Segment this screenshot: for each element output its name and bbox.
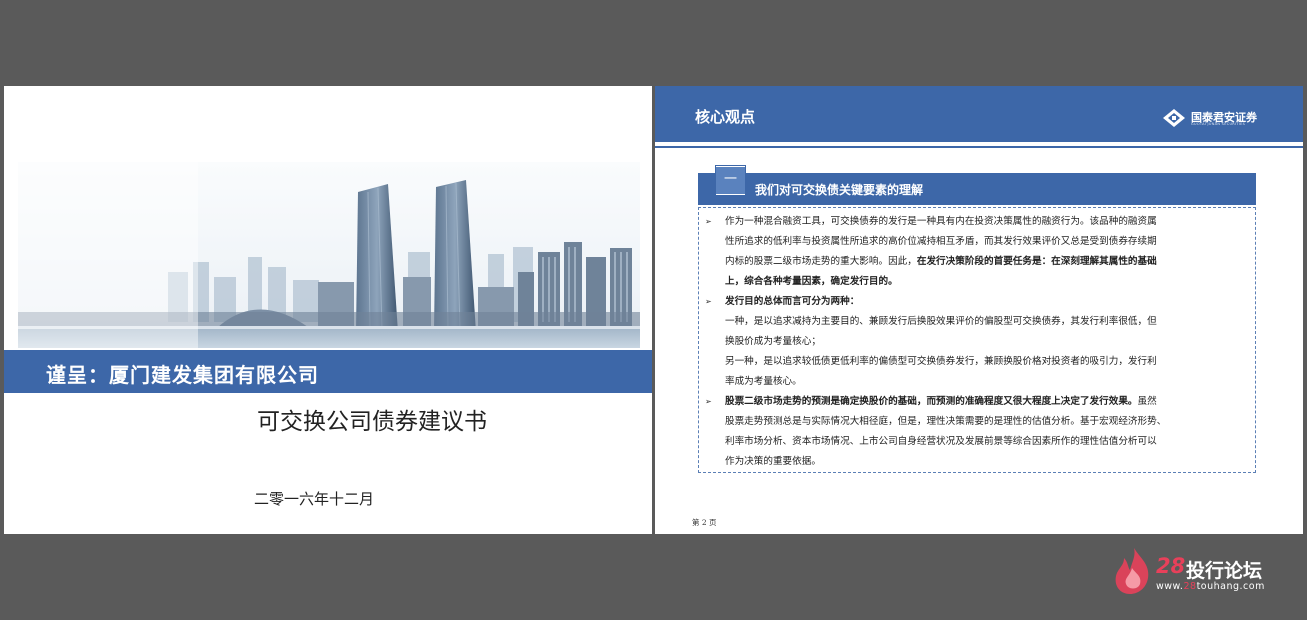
- paragraph-line: 上，综合各种考量因素，确定发行目的。: [725, 276, 898, 287]
- presenter-line: 谨呈：厦门建发集团有限公司: [46, 363, 319, 387]
- bullet-arrow-icon: ➢: [705, 397, 712, 406]
- paragraph-bold-text: 股票二级市场走势的预测是确定换股价的基础，而预测的准确程度又很大程度上决定了发行…: [725, 396, 1138, 407]
- paragraph-line: 作为一种混合融资工具，可交换债券的发行是一种具有内在投资决策属性的融资行为。该品…: [725, 216, 1157, 227]
- watermark-name: 投行论坛: [1186, 560, 1263, 582]
- paragraph-line: 性所追求的低利率与投资属性所追求的高价位减持相互矛盾，而其发行效果评价又总是受到…: [725, 236, 1157, 247]
- section-bar: 一 我们对可交换债关键要素的理解: [698, 165, 1256, 205]
- section-title: 我们对可交换债关键要素的理解: [755, 183, 924, 197]
- page-number: 第 2 页: [692, 518, 717, 527]
- paragraph-line: 利率市场分析、资本市场情况、上市公司自身经营状况及发展前景等综合因素所作的理性估…: [725, 436, 1157, 447]
- paragraph-line: 内标的股票二级市场走势的重大影响。因此，在发行决策阶段的首要任务是：在深刻理解其…: [725, 252, 1249, 272]
- paragraph-line: 发行目的总体而言可分为两种：: [725, 296, 860, 307]
- slide-header: 核心观点 国泰君安证券 GUOTAI JUNAN SECURITIES: [655, 86, 1303, 142]
- watermark-url-highlight: 28: [1183, 581, 1197, 592]
- logo-subtext: GUOTAI JUNAN SECURITIES: [1191, 122, 1246, 126]
- section-number-box: 一: [715, 165, 746, 196]
- content-box: ➢ 作为一种混合融资工具，可交换债券的发行是一种具有内在投资决策属性的融资行为。…: [698, 207, 1256, 473]
- paragraph-line: 一种，是以追求减持为主要目的、兼顾发行后换股效果评价的偏股型可交换债券，其发行利…: [725, 316, 1157, 327]
- paragraph-line: 另一种，是以追求较低债更低利率的偏债型可交换债券发行，兼顾换股价格对投资者的吸引…: [725, 356, 1157, 367]
- watermark-number: 28: [1156, 554, 1186, 578]
- company-logo: 国泰君安证券 GUOTAI JUNAN SECURITIES: [1163, 109, 1275, 127]
- paragraph-text: 虽然: [1137, 396, 1157, 407]
- header-divider: [655, 146, 1303, 148]
- presenter-banner: 谨呈：厦门建发集团有限公司: [4, 350, 652, 393]
- flame-logo-icon: [1115, 548, 1149, 594]
- city-skyline-image: [18, 162, 640, 348]
- document-date: 二零一六年十二月: [254, 490, 375, 508]
- bullet-arrow-icon: ➢: [705, 217, 712, 226]
- watermark-url-prefix: www.: [1156, 581, 1184, 592]
- bullet-arrow-icon: ➢: [705, 297, 712, 306]
- document-title: 可交换公司债券建议书: [257, 409, 487, 435]
- logo-mark-icon: [1163, 109, 1185, 127]
- core-viewpoint-slide: 核心观点 国泰君安证券 GUOTAI JUNAN SECURITIES 一 我们…: [655, 86, 1303, 534]
- paragraph-line: 换股价成为考量核心；: [725, 336, 821, 347]
- watermark-url-suffix: touhang.com: [1196, 581, 1265, 592]
- paragraph-line: 率成为考量核心。: [725, 376, 802, 387]
- forum-watermark: 28 投行论坛 www.28touhang.com: [1112, 546, 1302, 596]
- slide-title: 核心观点: [695, 108, 756, 126]
- paragraph-text: 内标的股票二级市场走势的重大影响。因此，: [725, 256, 917, 267]
- watermark-url: www.28touhang.com: [1156, 581, 1265, 592]
- paragraph-bold-text: 在发行决策阶段的首要任务是：在深刻理解其属性的基础: [916, 256, 1157, 267]
- paragraph-line: 股票二级市场走势的预测是确定换股价的基础，而预测的准确程度又很大程度上决定了发行…: [725, 392, 1249, 412]
- paragraph-line: 作为决策的重要依据。: [725, 456, 821, 467]
- section-number: 一: [716, 167, 745, 194]
- cover-slide: 谨呈：厦门建发集团有限公司 可交换公司债券建议书 二零一六年十二月: [4, 86, 652, 534]
- paragraph-line: 股票走势预测总是与实际情况大相径庭，但是，理性决策需要的是理性的估值分析。基于宏…: [725, 416, 1167, 427]
